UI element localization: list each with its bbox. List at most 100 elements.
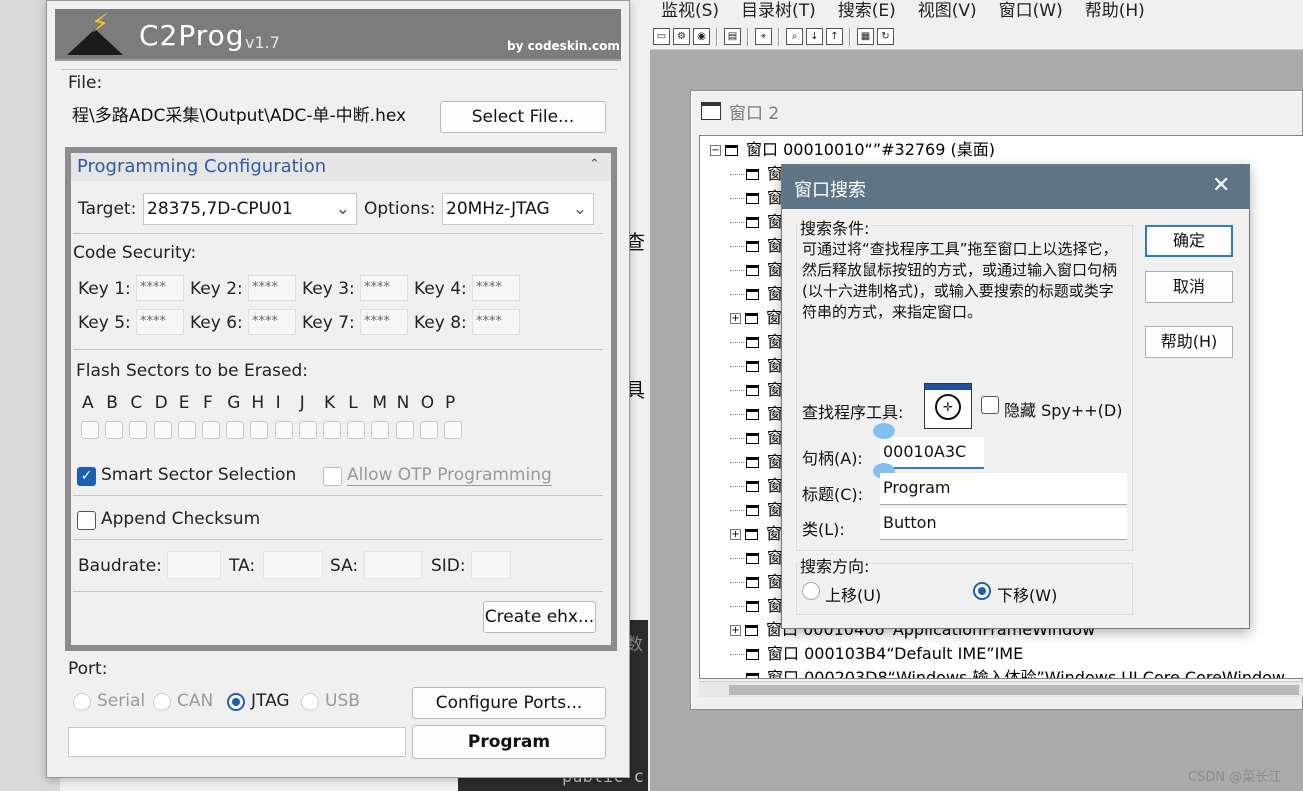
find-window-icon[interactable]: ⌖ bbox=[755, 28, 772, 45]
tree-item[interactable]: 窗 bbox=[730, 234, 783, 258]
allow-otp-checkbox[interactable] bbox=[323, 467, 342, 486]
sector-checkbox[interactable] bbox=[105, 421, 124, 439]
menu-tree[interactable]: 目录树(T) bbox=[730, 0, 827, 24]
tree-item[interactable]: 窗 bbox=[730, 498, 783, 522]
tree-item[interactable]: 窗 bbox=[730, 258, 783, 282]
collapse-chevron-icon[interactable]: ⌃ bbox=[589, 157, 600, 172]
key-input[interactable]: **** bbox=[472, 309, 520, 335]
tree-item[interactable]: + 窗 bbox=[730, 306, 782, 330]
sector-checkbox[interactable] bbox=[395, 421, 414, 439]
programming-configuration-panel: Programming Configuration ⌃ Target: 2837… bbox=[65, 147, 617, 651]
horizontal-scrollbar[interactable] bbox=[699, 681, 1303, 697]
sector-checkbox[interactable] bbox=[444, 421, 462, 439]
log-messages-icon[interactable]: ▤ bbox=[724, 28, 741, 45]
sector-checkbox[interactable] bbox=[202, 421, 220, 439]
baudrate-field[interactable] bbox=[167, 551, 221, 579]
tree-item[interactable]: − 窗口 00010010“”#32769 (桌面) bbox=[710, 138, 995, 162]
sector-checkbox[interactable] bbox=[250, 421, 269, 439]
tree-item[interactable]: 窗 bbox=[730, 402, 783, 426]
windows-view-icon[interactable]: ▭ bbox=[653, 28, 670, 45]
class-input[interactable]: Button bbox=[880, 508, 1127, 540]
port-radio[interactable] bbox=[301, 693, 319, 711]
direction-down-radio[interactable] bbox=[973, 582, 991, 600]
find-prev-icon[interactable]: ↑ bbox=[826, 28, 843, 45]
target-select[interactable]: 28375,7D-CPU01 ⌄ bbox=[143, 193, 357, 225]
smart-sector-label: Smart Sector Selection bbox=[101, 465, 297, 485]
expand-icon[interactable]: + bbox=[730, 528, 741, 540]
sector-checkbox[interactable] bbox=[323, 421, 341, 439]
tree-connector bbox=[730, 437, 744, 439]
menu-monitor[interactable]: 监视(S) bbox=[650, 0, 730, 24]
program-button[interactable]: Program bbox=[412, 725, 606, 759]
binoculars-icon[interactable]: ⌕ bbox=[786, 28, 803, 45]
finder-tool[interactable]: ✛ bbox=[924, 383, 972, 429]
key-input[interactable]: **** bbox=[136, 275, 184, 301]
tree-item[interactable]: 窗 bbox=[730, 186, 783, 210]
hide-spy-checkbox[interactable] bbox=[981, 396, 999, 414]
sector-checkbox[interactable] bbox=[298, 421, 317, 439]
menu-search[interactable]: 搜索(E) bbox=[827, 0, 907, 24]
ta-field[interactable] bbox=[263, 551, 323, 579]
tree-item[interactable]: 窗 bbox=[730, 594, 783, 618]
tree-item[interactable]: 窗 bbox=[730, 450, 783, 474]
window-icon bbox=[746, 288, 759, 300]
sector-checkbox[interactable] bbox=[347, 421, 366, 439]
smart-sector-checkbox[interactable]: ✓ bbox=[77, 467, 96, 486]
sector-checkbox[interactable] bbox=[371, 421, 390, 439]
sector-checkbox[interactable] bbox=[177, 421, 196, 439]
tree-item[interactable]: 窗 bbox=[730, 162, 783, 186]
toolbar-separator bbox=[849, 27, 851, 46]
sector-checkbox[interactable] bbox=[81, 421, 99, 439]
caption-input[interactable]: Program bbox=[880, 473, 1127, 505]
key-input[interactable]: **** bbox=[472, 275, 520, 301]
create-ehx-button[interactable]: Create ehx... bbox=[483, 601, 596, 633]
sa-field[interactable] bbox=[364, 551, 422, 579]
key-input[interactable]: **** bbox=[360, 309, 408, 335]
sector-checkbox[interactable] bbox=[274, 421, 293, 439]
file-path-field[interactable]: 程\多路ADC采集\Output\ADC-单-中断.hex bbox=[68, 101, 434, 133]
options-select[interactable]: 20MHz-JTAG ⌄ bbox=[442, 193, 594, 225]
key-input[interactable]: **** bbox=[248, 275, 296, 301]
menu-window[interactable]: 窗口(W) bbox=[988, 0, 1074, 24]
sector-checkbox[interactable] bbox=[419, 421, 438, 439]
tree-connector bbox=[730, 485, 744, 487]
tree-item[interactable]: + 窗 bbox=[730, 522, 782, 546]
properties-icon[interactable]: ▦ bbox=[857, 28, 874, 45]
sid-field[interactable] bbox=[471, 551, 511, 579]
processes-view-icon[interactable]: ⚙ bbox=[673, 28, 690, 45]
sector-checkbox[interactable] bbox=[226, 421, 245, 439]
threads-view-icon[interactable]: ◉ bbox=[693, 28, 710, 45]
key-input[interactable]: **** bbox=[360, 275, 408, 301]
sector-checkbox[interactable] bbox=[129, 421, 148, 439]
menu-view[interactable]: 视图(V) bbox=[907, 0, 988, 24]
key-input[interactable]: **** bbox=[136, 309, 184, 335]
close-icon[interactable]: ✕ bbox=[1212, 173, 1230, 198]
key-input[interactable]: **** bbox=[248, 309, 296, 335]
collapse-icon[interactable]: − bbox=[710, 144, 721, 156]
find-next-icon[interactable]: ↓ bbox=[806, 28, 823, 45]
menu-help[interactable]: 帮助(H) bbox=[1074, 0, 1156, 24]
tree-item[interactable]: 窗 bbox=[730, 546, 783, 570]
append-checksum-checkbox[interactable] bbox=[77, 511, 96, 530]
tree-item[interactable]: 窗 bbox=[730, 210, 783, 234]
port-radio[interactable] bbox=[73, 693, 91, 711]
select-file-button[interactable]: Select File... bbox=[440, 101, 606, 133]
expand-icon[interactable]: + bbox=[730, 312, 741, 324]
help-button[interactable]: 帮助(H) bbox=[1145, 326, 1233, 358]
configure-ports-button[interactable]: Configure Ports... bbox=[412, 687, 606, 719]
ok-button[interactable]: 确定 bbox=[1145, 225, 1233, 257]
handle-input[interactable]: 00010A3C bbox=[880, 437, 984, 469]
tree-item[interactable]: 窗 bbox=[730, 282, 783, 306]
tree-item[interactable]: 窗口 000203D8“Windows 输入体验”Windows.UI.Core… bbox=[730, 666, 1285, 678]
tree-item[interactable]: 窗口 000103B4“Default IME”IME bbox=[730, 642, 1023, 666]
expand-icon[interactable]: + bbox=[730, 624, 741, 636]
crosshair-target-icon: ✛ bbox=[935, 394, 961, 420]
direction-up-radio[interactable] bbox=[802, 582, 820, 600]
sector-checkbox[interactable] bbox=[153, 421, 172, 439]
port-radio[interactable] bbox=[227, 693, 245, 711]
refresh-icon[interactable]: ↻ bbox=[877, 28, 894, 45]
cancel-button[interactable]: 取消 bbox=[1145, 271, 1233, 303]
scrollbar-thumb[interactable] bbox=[729, 685, 1299, 695]
port-radio[interactable] bbox=[153, 693, 171, 711]
tree-connector bbox=[730, 221, 744, 223]
